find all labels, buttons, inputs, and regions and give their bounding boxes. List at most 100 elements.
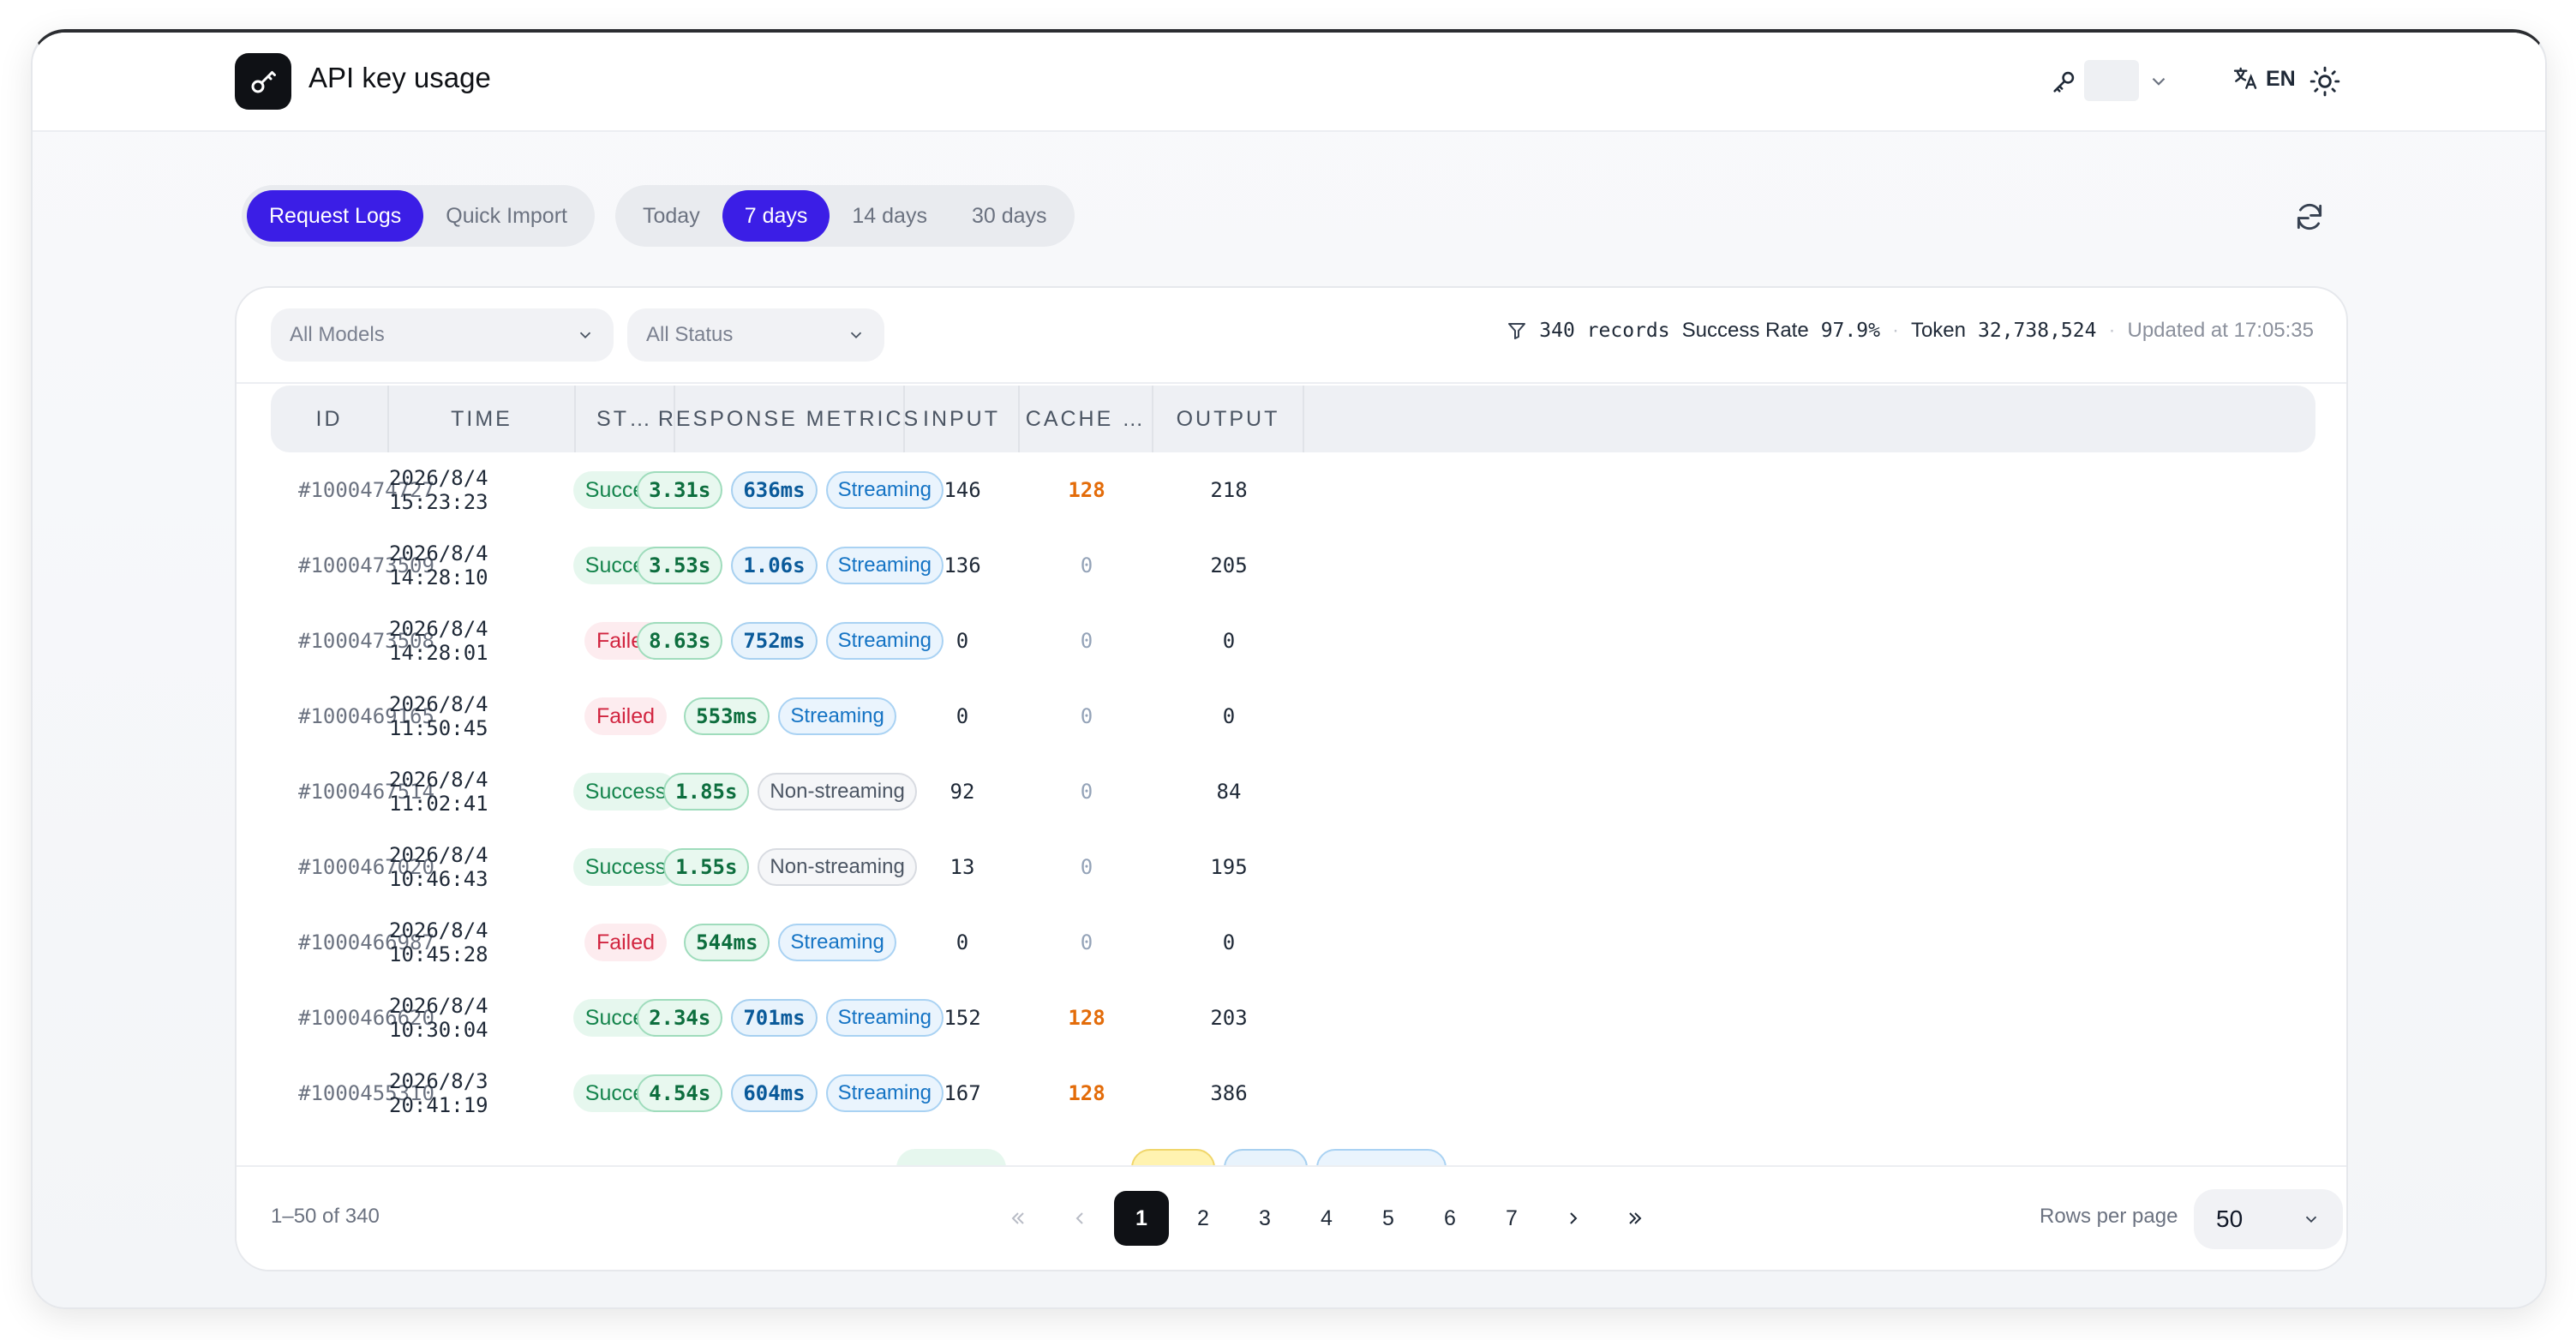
table-row[interactable]: #1000469165 2026/8/4 11:50:45 Failed 553ms S… — [271, 679, 2315, 754]
status-cell: Failed — [576, 679, 675, 754]
output-tokens: 195 — [1210, 855, 1248, 879]
table-row[interactable]: #1000455310 2026/8/3 20:41:19 Success 4.54s… — [271, 1056, 2315, 1131]
tab-30-days[interactable]: 30 days — [950, 190, 1069, 242]
table-row[interactable]: #1000474727 2026/8/4 15:23:23 Success 3.31s… — [271, 452, 2315, 528]
prev-page-button[interactable] — [1052, 1191, 1107, 1246]
page-button-5[interactable]: 5 — [1361, 1191, 1416, 1246]
api-key-icon[interactable] — [2050, 67, 2079, 96]
logs-card: All Models All Status 340 records Succes… — [235, 286, 2348, 1271]
request-id[interactable]: #1000466987 — [271, 905, 434, 980]
first-token-pill: 701ms — [731, 999, 818, 1037]
double-chevron-left-icon — [1011, 1212, 1024, 1224]
request-id[interactable]: #1000467020 — [271, 829, 434, 905]
cache-tokens: 0 — [1080, 855, 1093, 879]
request-id[interactable]: #1000469165 — [271, 679, 434, 754]
success-rate-value: 97.9% — [1820, 320, 1880, 342]
cache-tokens: 128 — [1068, 1081, 1105, 1105]
request-id[interactable]: #1000473509 — [271, 528, 434, 603]
mode-pill: Streaming — [778, 924, 896, 961]
col-id[interactable]: ID — [271, 386, 389, 452]
tab-14-days[interactable]: 14 days — [830, 190, 950, 242]
input-tokens: 136 — [944, 553, 981, 577]
sun-icon[interactable] — [2309, 65, 2341, 98]
request-time: 2026/8/4 10:30:04 — [389, 994, 488, 1042]
request-time: 2026/8/4 11:02:41 — [389, 768, 488, 816]
col-output[interactable]: OUTPUT — [1153, 386, 1304, 452]
request-id[interactable]: #1000455310 — [271, 1056, 434, 1131]
table-row[interactable]: #1000473509 2026/8/4 14:28:10 Success 3.53s… — [271, 528, 2315, 603]
status-cell: Success — [572, 829, 679, 905]
mode-pill: Non-streaming — [758, 848, 917, 886]
input-tokens: 0 — [956, 704, 969, 728]
app-window: API key usage EN Request Logs Quick Impo… — [31, 29, 2547, 1309]
status-badge: Failed — [584, 924, 668, 961]
pagination-bar: 1–50 of 340 1 2 3 4 5 6 7 Rows per page … — [237, 1165, 2346, 1270]
cache-tokens: 0 — [1080, 930, 1093, 954]
rows-per-page-label: Rows per page — [2040, 1205, 2178, 1228]
page-button-4[interactable]: 4 — [1299, 1191, 1354, 1246]
key-selector[interactable] — [2084, 60, 2139, 101]
range-tabs: Today 7 days 14 days 30 days — [615, 185, 1075, 247]
request-time: 2026/8/4 10:46:43 — [389, 843, 488, 891]
chevron-down-icon — [2305, 1216, 2317, 1223]
status-badge: Failed — [584, 697, 668, 735]
table-row[interactable]: #1000467514 2026/8/4 11:02:41 Success 1.85s… — [271, 754, 2315, 829]
tab-request-logs[interactable]: Request Logs — [247, 190, 424, 242]
page-button-2[interactable]: 2 — [1176, 1191, 1231, 1246]
table-row[interactable]: #1000466620 2026/8/4 10:30:04 Success 2.34s… — [271, 980, 2315, 1056]
output-tokens: 203 — [1210, 1006, 1248, 1030]
col-cache[interactable]: CACHE … — [1020, 386, 1153, 452]
request-id[interactable]: #1000467514 — [271, 754, 434, 829]
output-tokens: 218 — [1210, 478, 1248, 502]
separator: · — [1891, 319, 1899, 342]
table-row[interactable]: #1000473508 2026/8/4 14:28:01 Failed 8.63s 7… — [271, 603, 2315, 679]
tab-quick-import[interactable]: Quick Import — [423, 190, 590, 242]
refresh-icon[interactable] — [2293, 200, 2326, 233]
tab-7-days[interactable]: 7 days — [722, 190, 830, 242]
col-input[interactable]: INPUT — [905, 386, 1020, 452]
col-extra — [1304, 386, 2315, 452]
status-filter[interactable]: All Status — [627, 308, 884, 362]
first-token-pill: 636ms — [731, 471, 818, 509]
response-metrics: 544ms Streaming — [675, 905, 905, 980]
cache-tokens: 128 — [1068, 1006, 1105, 1030]
next-page-button[interactable] — [1546, 1191, 1601, 1246]
request-time: 2026/8/3 20:41:19 — [389, 1069, 488, 1117]
tab-today[interactable]: Today — [620, 190, 722, 242]
language-switcher[interactable]: EN — [2232, 65, 2296, 93]
mode-pill: Streaming — [778, 697, 896, 735]
input-tokens: 0 — [956, 629, 969, 653]
request-id[interactable]: #1000474727 — [271, 452, 434, 528]
latency-pill: 1.85s — [663, 773, 750, 811]
translate-icon — [2233, 67, 2257, 89]
chevron-down-icon[interactable] — [2148, 70, 2170, 93]
last-page-button[interactable] — [1608, 1191, 1662, 1246]
cache-tokens: 0 — [1080, 780, 1093, 804]
request-id[interactable]: #1000466620 — [271, 980, 434, 1056]
divider — [237, 382, 2346, 384]
page-button-6[interactable]: 6 — [1423, 1191, 1477, 1246]
input-tokens: 146 — [944, 478, 981, 502]
latency-pill: 3.31s — [637, 471, 723, 509]
model-filter[interactable]: All Models — [271, 308, 614, 362]
col-response-metrics[interactable]: RESPONSE METRICS — [658, 386, 918, 452]
request-id[interactable]: #1000473508 — [271, 603, 434, 679]
table-header: ID TIME ST… RESPONSE METRICS INPUT CACHE… — [271, 386, 2315, 452]
success-rate-label: Success Rate — [1681, 319, 1809, 342]
output-tokens: 84 — [1216, 780, 1242, 804]
table-row[interactable]: #1000466987 2026/8/4 10:45:28 Failed 544ms S… — [271, 905, 2315, 980]
page-button-7[interactable]: 7 — [1484, 1191, 1539, 1246]
chevron-down-icon — [850, 332, 862, 339]
page-button-3[interactable]: 3 — [1237, 1191, 1292, 1246]
input-tokens: 92 — [950, 780, 975, 804]
key-logo-icon — [235, 53, 291, 110]
col-time[interactable]: TIME — [389, 386, 576, 452]
view-tabs: Request Logs Quick Import — [242, 185, 595, 247]
table-row[interactable]: #1000467020 2026/8/4 10:46:43 Success 1.55s… — [271, 829, 2315, 905]
rows-per-page-select[interactable]: 50 — [2194, 1189, 2343, 1249]
page-button-1[interactable]: 1 — [1114, 1191, 1169, 1246]
first-page-button[interactable] — [991, 1191, 1045, 1246]
input-tokens: 167 — [944, 1081, 981, 1105]
request-time: 2026/8/4 14:28:10 — [389, 541, 488, 589]
filter-icon — [1508, 323, 1526, 339]
